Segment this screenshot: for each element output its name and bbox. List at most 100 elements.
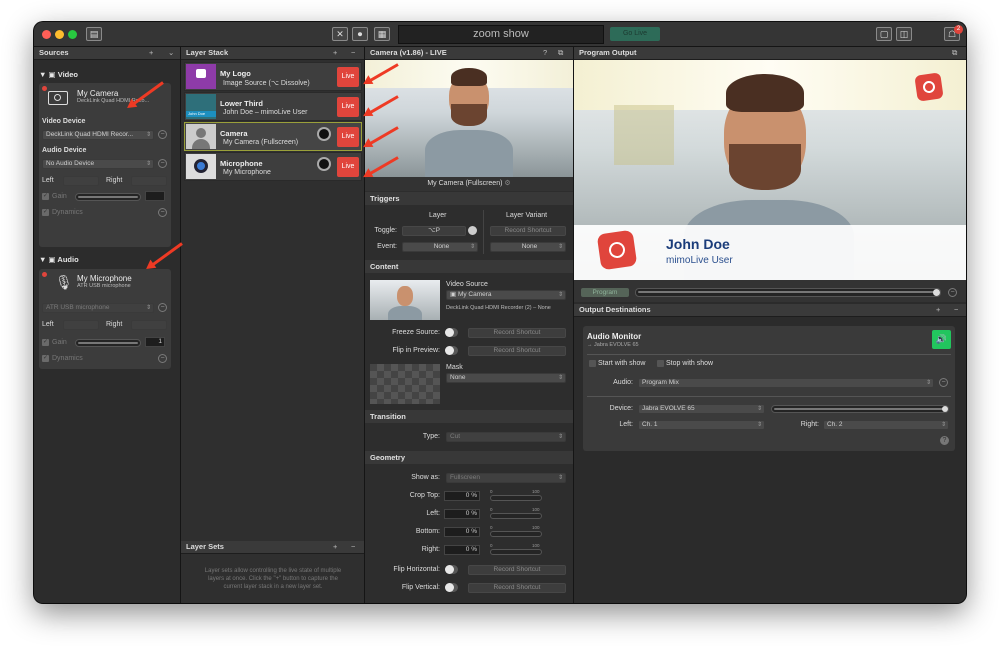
variant-event-select[interactable]: None ⇕ (490, 242, 566, 252)
layer-live-button[interactable]: Live (337, 67, 359, 87)
volume-knob[interactable] (317, 157, 331, 171)
close-show-button[interactable]: ✕ (332, 27, 348, 41)
remove-layer-button[interactable]: − (351, 47, 355, 59)
record-button[interactable]: ⏺ (352, 27, 368, 41)
stop-with-show-checkbox[interactable] (657, 360, 664, 367)
help-button[interactable]: ? (940, 436, 949, 445)
video-source-select[interactable]: ▣ My Camera ⇕ (446, 290, 566, 300)
show-as-select[interactable]: Fullscreen ⇕ (446, 473, 566, 483)
start-with-show-checkbox[interactable] (589, 360, 596, 367)
zoom-window-button[interactable] (68, 30, 77, 39)
gain-checkbox[interactable]: ✓ (42, 193, 49, 200)
video-device-remove-button[interactable]: − (158, 130, 167, 139)
transition-section-header[interactable]: Transition (365, 410, 573, 423)
split-view-icon[interactable]: ◫ (896, 27, 912, 41)
microphone-source-card[interactable]: 🎙 My Microphone ATR USB microphone ATR U… (39, 269, 171, 369)
add-source-button[interactable]: + (149, 47, 153, 59)
crop-top-slider[interactable] (490, 495, 542, 501)
add-destination-button[interactable]: + (936, 304, 940, 316)
left-channel-select[interactable]: Ch. 1 ⇕ (638, 420, 765, 430)
layer-live-button[interactable]: Live (337, 157, 359, 177)
add-layer-button[interactable]: + (333, 47, 337, 59)
minimize-window-button[interactable] (55, 30, 64, 39)
settings-icon[interactable]: ⚙ (504, 180, 510, 187)
dynamics-checkbox[interactable]: ✓ (42, 209, 49, 216)
variant-record-shortcut-button[interactable]: Record Shortcut (490, 226, 566, 236)
right-channel-select[interactable] (131, 176, 167, 186)
dynamics-settings-button[interactable]: − (158, 208, 167, 217)
mic-audio-device-select[interactable]: ATR USB microphone ⇕ (42, 303, 154, 313)
right-channel-select[interactable]: Ch. 2 ⇕ (823, 420, 949, 430)
transition-type-select[interactable]: Cut ⇕ (446, 432, 566, 442)
mic-gain-value-field[interactable]: 1 (145, 337, 165, 347)
gain-value-field[interactable] (145, 191, 165, 201)
mic-dynamics-checkbox[interactable]: ✓ (42, 355, 49, 362)
popout-icon[interactable]: ⧉ (952, 47, 957, 59)
mic-left-channel-select[interactable] (63, 320, 99, 330)
go-live-button[interactable]: Go Live (610, 27, 660, 41)
monitor-volume-slider[interactable] (771, 405, 949, 413)
audio-group-header[interactable]: ▼ ▣ Audio (39, 255, 79, 264)
flip-vertical-toggle[interactable] (445, 583, 458, 592)
single-view-icon[interactable]: ▢ (876, 27, 892, 41)
mic-right-channel-select[interactable] (131, 320, 167, 330)
event-select[interactable]: None ⇕ (402, 242, 478, 252)
camera-source-card[interactable]: My Camera DeckLink Quad HDMI Reco... Vid… (39, 83, 171, 247)
audio-source-remove-button[interactable]: − (939, 378, 948, 387)
content-section-header[interactable]: Content (365, 260, 573, 273)
help-icon[interactable]: ? (543, 47, 547, 59)
speaker-icon[interactable]: 🔊 (932, 330, 951, 349)
remove-destination-button[interactable]: − (954, 304, 958, 316)
mic-gain-slider[interactable] (75, 339, 141, 347)
audio-device-remove-button[interactable]: − (158, 159, 167, 168)
output-device-select[interactable]: Jabra EVOLVE 65 ⇕ (638, 404, 765, 414)
layer-camera[interactable]: Camera My Camera (Fullscreen) Live (184, 122, 362, 151)
mic-device-remove-button[interactable]: − (158, 303, 167, 312)
program-volume-slider[interactable] (635, 288, 941, 297)
toggle-shortcut-field[interactable]: ⌥P (402, 226, 466, 236)
mask-thumbnail[interactable] (370, 364, 440, 404)
geometry-section-header[interactable]: Geometry (365, 451, 573, 464)
layer-live-button[interactable]: Live (337, 97, 359, 117)
layout-grid-button[interactable]: ▦ (374, 27, 390, 41)
close-window-button[interactable] (42, 30, 51, 39)
freeze-record-shortcut-button[interactable]: Record Shortcut (468, 328, 566, 338)
video-device-select[interactable]: DeckLink Quad HDMI Recor... ⇕ (42, 130, 154, 140)
mic-dynamics-settings-button[interactable]: − (158, 354, 167, 363)
layer-live-button[interactable]: Live (337, 127, 359, 147)
sidebar-toggle-icon[interactable]: ▤ (86, 27, 102, 41)
left-channel-select[interactable] (63, 176, 99, 186)
crop-bottom-field[interactable]: 0 % (444, 527, 480, 537)
program-volume-mute-button[interactable]: − (948, 288, 957, 297)
sources-menu-icon[interactable]: ⌄ (168, 47, 174, 59)
audio-source-select[interactable]: Program Mix ⇕ (638, 378, 934, 388)
volume-knob[interactable] (317, 127, 331, 141)
crop-right-slider[interactable] (490, 549, 542, 555)
gain-slider[interactable] (75, 193, 141, 201)
mic-gain-checkbox[interactable]: ✓ (42, 339, 49, 346)
video-source-thumbnail[interactable] (370, 280, 440, 320)
flip-vertical-record-shortcut-button[interactable]: Record Shortcut (468, 583, 566, 593)
remove-layer-set-button[interactable]: − (351, 541, 355, 553)
crop-right-field[interactable]: 0 % (444, 545, 480, 555)
triggers-section-header[interactable]: Triggers (365, 192, 573, 205)
flip-horizontal-record-shortcut-button[interactable]: Record Shortcut (468, 565, 566, 575)
audio-device-select[interactable]: No Audio Device ⇕ (42, 159, 154, 169)
layer-microphone[interactable]: Microphone My Microphone Live (184, 152, 362, 181)
crop-left-field[interactable]: 0 % (444, 509, 480, 519)
crop-left-slider[interactable] (490, 513, 542, 519)
crop-top-field[interactable]: 0 % (444, 491, 480, 501)
clear-shortcut-button[interactable] (468, 226, 477, 235)
layer-my-logo[interactable]: My Logo Image Source (⌥ Dissolve) Live (184, 62, 362, 91)
show-name-field[interactable]: zoom show (398, 25, 604, 44)
flip-preview-record-shortcut-button[interactable]: Record Shortcut (468, 346, 566, 356)
layer-lower-third[interactable]: John Doe Lower Third John Doe – mimoLive… (184, 92, 362, 121)
flip-preview-toggle[interactable] (445, 346, 458, 355)
freeze-source-toggle[interactable] (445, 328, 458, 337)
add-layer-set-button[interactable]: + (333, 541, 337, 553)
audio-monitor-card[interactable]: Audio Monitor → Jabra EVOLVE 65 🔊 Start … (583, 326, 955, 451)
flip-horizontal-toggle[interactable] (445, 565, 458, 574)
video-group-header[interactable]: ▼ ▣ Video (39, 70, 78, 79)
popout-icon[interactable]: ⧉ (558, 47, 563, 59)
mask-select[interactable]: None ⇕ (446, 373, 566, 383)
